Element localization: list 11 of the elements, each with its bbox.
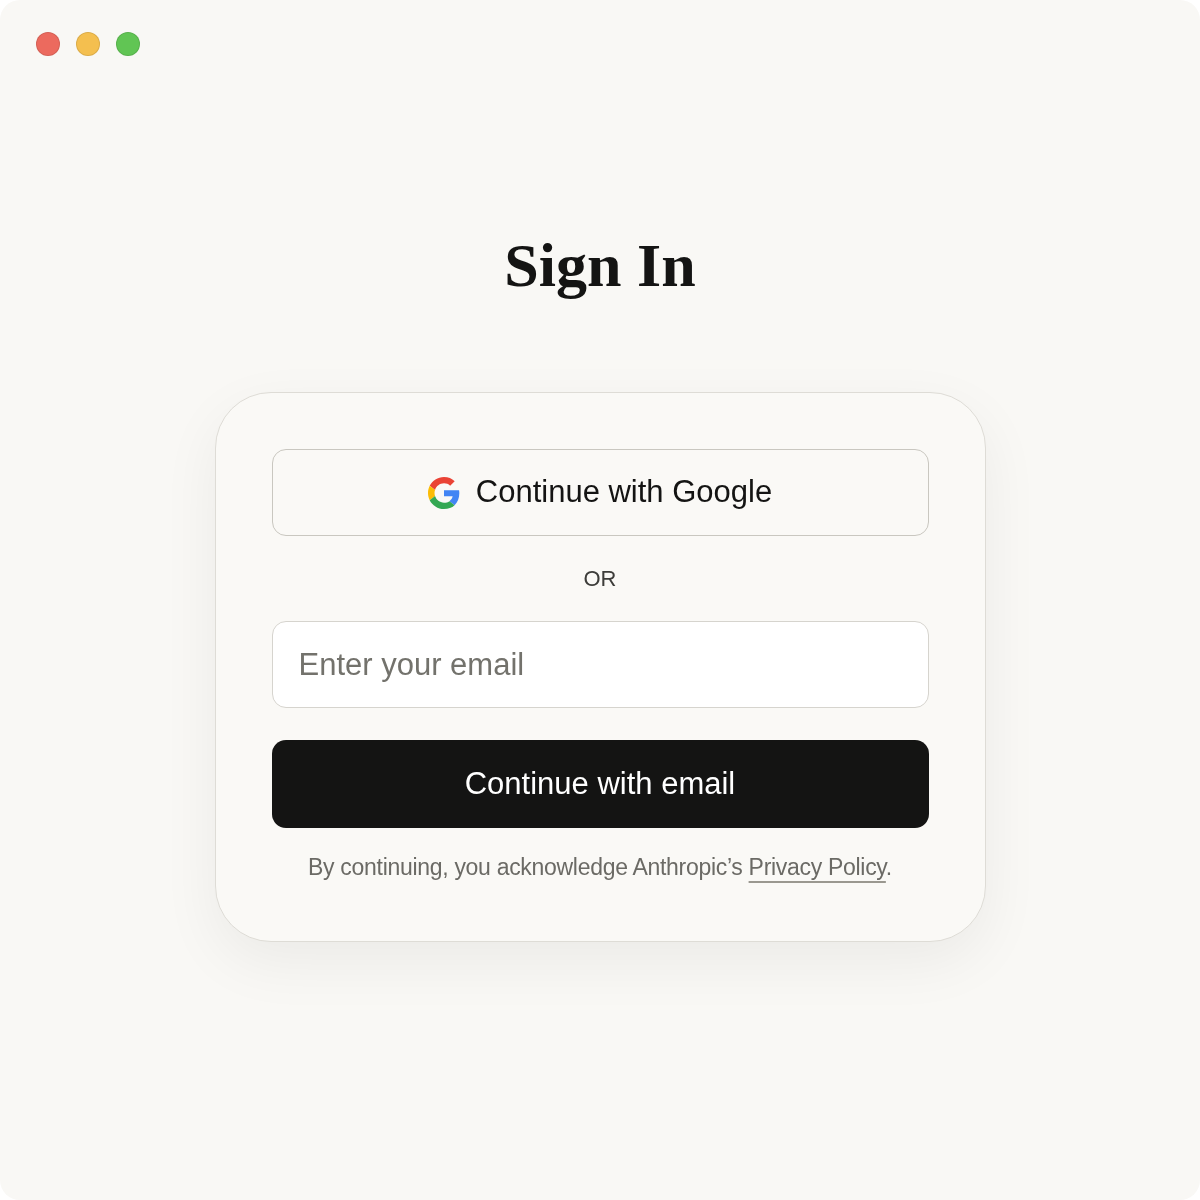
consent-text: By continuing, you acknowledge Anthropic’s Privacy Policy. xyxy=(307,853,893,882)
google-g-icon xyxy=(427,476,460,509)
or-divider-text: OR xyxy=(583,565,617,593)
google-sign-in-button[interactable]: Continue with Google xyxy=(271,449,929,536)
minimize-window-button[interactable] xyxy=(76,32,100,56)
zoom-window-button[interactable] xyxy=(116,32,140,56)
privacy-policy-link[interactable]: Privacy Policy xyxy=(748,854,886,880)
close-window-button[interactable] xyxy=(36,32,60,56)
continue-with-email-button[interactable]: Continue with email xyxy=(271,740,929,828)
email-input-field[interactable]: Enter your email xyxy=(271,621,929,708)
page-title: Sign In xyxy=(504,230,696,301)
